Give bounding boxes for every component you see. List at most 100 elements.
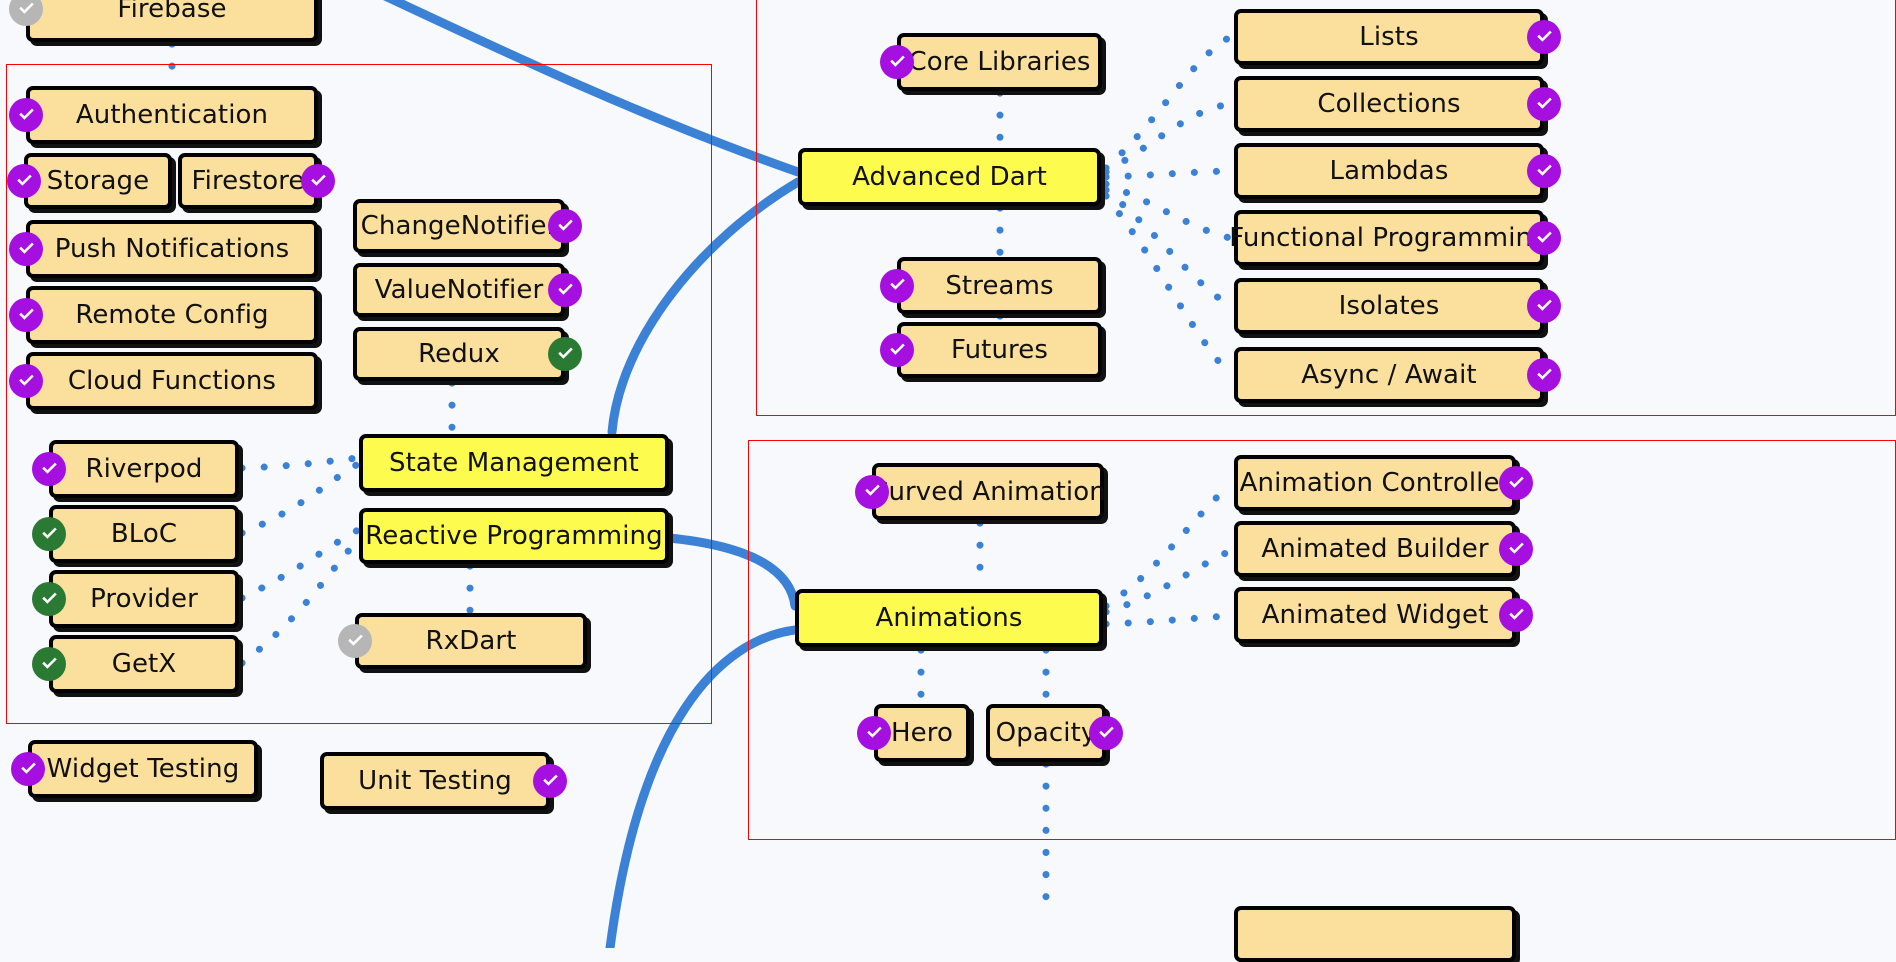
node-label-redux: Redux bbox=[418, 339, 500, 369]
check-circle-icon-provider[interactable] bbox=[32, 582, 66, 616]
check-circle-icon-hero[interactable] bbox=[857, 716, 891, 750]
check-circle-icon-push-notifications[interactable] bbox=[9, 232, 43, 266]
check-circle-icon-bloc[interactable] bbox=[32, 517, 66, 551]
node-label-widget-testing: Widget Testing bbox=[46, 754, 240, 784]
node-label-lambdas: Lambdas bbox=[1329, 156, 1449, 186]
check-circle-icon-core-libraries[interactable] bbox=[880, 45, 914, 79]
node-reactive-programming[interactable]: Reactive Programming bbox=[359, 508, 669, 564]
node-label-streams: Streams bbox=[945, 270, 1054, 301]
check-circle-icon-changenotifier[interactable] bbox=[548, 209, 582, 243]
node-core-libraries[interactable]: Core Libraries bbox=[897, 33, 1102, 91]
node-label-push-notifications: Push Notifications bbox=[54, 234, 290, 264]
check-circle-icon-valuenotifier[interactable] bbox=[548, 273, 582, 307]
check-circle-icon-remote-config[interactable] bbox=[9, 298, 43, 332]
check-circle-icon-futures[interactable] bbox=[880, 333, 914, 367]
node-label-changenotifier: ChangeNotifier bbox=[360, 211, 558, 241]
check-circle-icon-lambdas[interactable] bbox=[1527, 154, 1561, 188]
check-circle-icon-getx[interactable] bbox=[32, 647, 66, 681]
node-widget-testing[interactable]: Widget Testing bbox=[28, 740, 258, 798]
node-opacity[interactable]: Opacity bbox=[986, 704, 1106, 762]
check-circle-icon-async-await[interactable] bbox=[1527, 358, 1561, 392]
check-circle-icon-redux[interactable] bbox=[548, 337, 582, 371]
node-label-firestore: Firestore bbox=[191, 166, 305, 196]
check-circle-icon-riverpod[interactable] bbox=[32, 452, 66, 486]
node-label-riverpod: Riverpod bbox=[85, 454, 203, 484]
node-label-collections: Collections bbox=[1317, 89, 1461, 119]
node-collections[interactable]: Collections bbox=[1234, 76, 1544, 132]
node-label-hero: Hero bbox=[891, 718, 953, 748]
node-cloud-functions[interactable]: Cloud Functions bbox=[26, 352, 318, 410]
check-circle-icon-animated-widget[interactable] bbox=[1499, 598, 1533, 632]
check-circle-icon-cloud-functions[interactable] bbox=[9, 364, 43, 398]
node-firebase[interactable]: Firebase bbox=[26, 0, 318, 42]
node-redux[interactable]: Redux bbox=[353, 327, 565, 381]
node-label-curved-animation: Curved Animation bbox=[870, 476, 1106, 507]
node-label-storage: Storage bbox=[46, 166, 150, 196]
node-valuenotifier[interactable]: ValueNotifier bbox=[353, 263, 565, 317]
check-circle-icon-isolates[interactable] bbox=[1527, 289, 1561, 323]
node-riverpod[interactable]: Riverpod bbox=[49, 440, 239, 498]
node-streams[interactable]: Streams bbox=[897, 257, 1102, 314]
check-circle-icon-rxdart[interactable] bbox=[338, 624, 372, 658]
node-label-cloud-functions: Cloud Functions bbox=[67, 366, 277, 396]
node-remote-config[interactable]: Remote Config bbox=[26, 286, 318, 344]
node-bottom-right-partial[interactable] bbox=[1234, 906, 1516, 962]
node-unit-testing[interactable]: Unit Testing bbox=[320, 752, 550, 810]
node-label-core-libraries: Core Libraries bbox=[908, 47, 1091, 77]
check-circle-icon-lists[interactable] bbox=[1527, 20, 1561, 54]
node-label-lists: Lists bbox=[1359, 22, 1419, 52]
node-firestore[interactable]: Firestore bbox=[178, 153, 318, 209]
node-storage[interactable]: Storage bbox=[24, 153, 172, 209]
check-circle-icon-collections[interactable] bbox=[1527, 87, 1561, 121]
node-label-advanced-dart: Advanced Dart bbox=[852, 162, 1047, 192]
node-state-management[interactable]: State Management bbox=[359, 434, 669, 492]
check-circle-icon-widget-testing[interactable] bbox=[11, 752, 45, 786]
check-circle-icon-firestore[interactable] bbox=[301, 164, 335, 198]
node-label-state-management: State Management bbox=[389, 448, 639, 478]
node-label-futures: Futures bbox=[950, 335, 1049, 365]
node-curved-animation[interactable]: Curved Animation bbox=[870, 463, 1106, 520]
check-circle-icon-opacity[interactable] bbox=[1089, 716, 1123, 750]
check-circle-icon-streams[interactable] bbox=[880, 268, 914, 303]
check-circle-icon-unit-testing[interactable] bbox=[533, 764, 567, 798]
node-label-provider: Provider bbox=[90, 584, 198, 614]
node-label-isolates: Isolates bbox=[1338, 291, 1440, 321]
node-rxdart[interactable]: RxDart bbox=[355, 613, 587, 669]
node-label-animation-controller: Animation Controller bbox=[1239, 468, 1511, 498]
node-changenotifier[interactable]: ChangeNotifier bbox=[353, 199, 565, 253]
node-animation-controller[interactable]: Animation Controller bbox=[1234, 455, 1516, 511]
node-async-await[interactable]: Async / Await bbox=[1234, 347, 1544, 403]
node-label-authentication: Authentication bbox=[75, 100, 269, 130]
check-circle-icon-storage[interactable] bbox=[7, 164, 41, 198]
node-label-unit-testing: Unit Testing bbox=[358, 766, 512, 796]
node-label-valuenotifier: ValueNotifier bbox=[374, 275, 544, 305]
node-authentication[interactable]: Authentication bbox=[26, 86, 318, 144]
node-label-animations: Animations bbox=[875, 603, 1023, 633]
node-label-async-await: Async / Await bbox=[1301, 360, 1477, 390]
node-label-remote-config: Remote Config bbox=[75, 300, 269, 330]
node-push-notifications[interactable]: Push Notifications bbox=[26, 220, 318, 278]
node-label-reactive-programming: Reactive Programming bbox=[365, 521, 663, 551]
check-circle-icon-animated-builder[interactable] bbox=[1499, 532, 1533, 566]
node-label-functional-programming: Functional Programming bbox=[1229, 223, 1549, 253]
node-getx[interactable]: GetX bbox=[49, 635, 239, 693]
node-futures[interactable]: Futures bbox=[897, 322, 1102, 378]
node-animated-widget[interactable]: Animated Widget bbox=[1234, 587, 1516, 643]
node-lists[interactable]: Lists bbox=[1234, 9, 1544, 65]
check-circle-icon-curved-animation[interactable] bbox=[855, 474, 889, 509]
check-circle-icon-authentication[interactable] bbox=[9, 98, 43, 132]
check-circle-icon-functional-programming[interactable] bbox=[1527, 221, 1561, 255]
node-animated-builder[interactable]: Animated Builder bbox=[1234, 521, 1516, 577]
node-label-getx: GetX bbox=[111, 649, 177, 679]
node-bloc[interactable]: BLoC bbox=[49, 505, 239, 563]
node-provider[interactable]: Provider bbox=[49, 570, 239, 628]
node-isolates[interactable]: Isolates bbox=[1234, 278, 1544, 334]
node-label-firebase: Firebase bbox=[117, 0, 227, 24]
node-advanced-dart[interactable]: Advanced Dart bbox=[798, 148, 1101, 206]
node-label-rxdart: RxDart bbox=[425, 626, 517, 656]
node-animations[interactable]: Animations bbox=[795, 589, 1103, 647]
node-lambdas[interactable]: Lambdas bbox=[1234, 143, 1544, 199]
node-label-bloc: BLoC bbox=[110, 519, 178, 549]
node-functional-programming[interactable]: Functional Programming bbox=[1229, 210, 1549, 266]
check-circle-icon-animation-controller[interactable] bbox=[1499, 466, 1533, 500]
